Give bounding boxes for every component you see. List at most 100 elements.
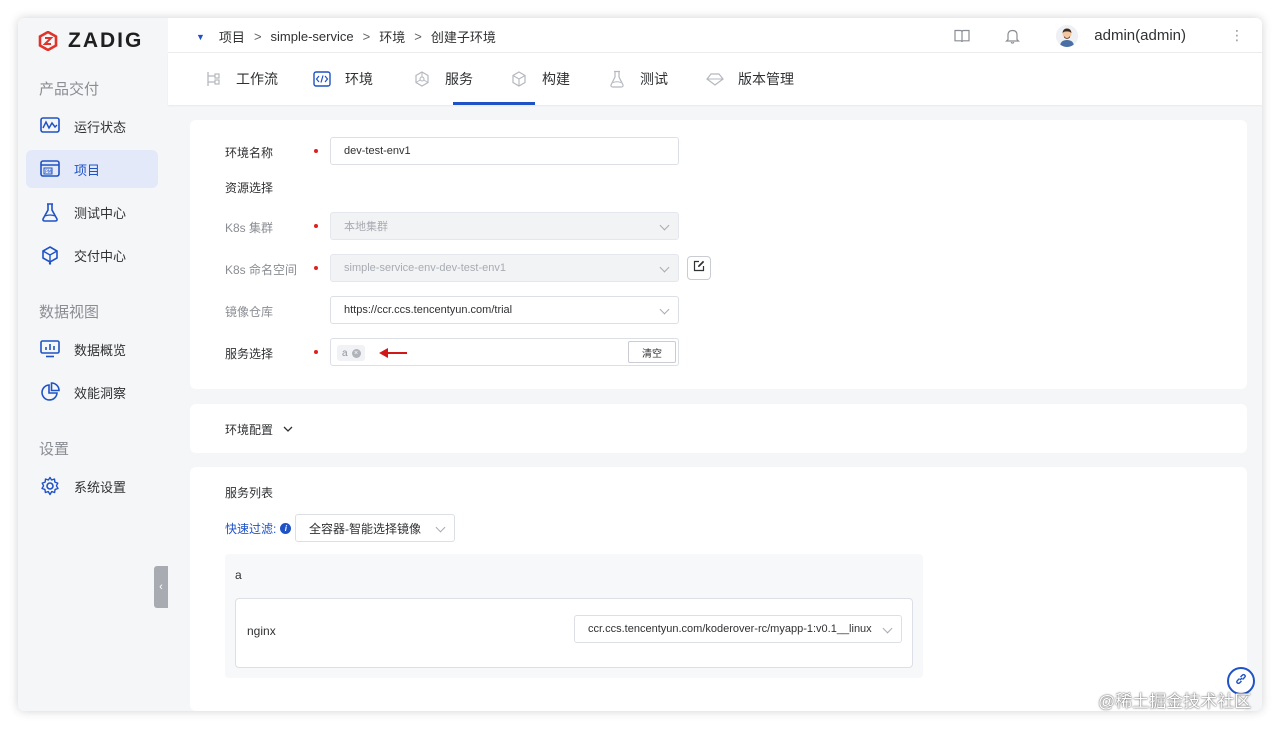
sidebar: ZADIG 产品交付 运行状态 PM 项目 测试中心 交付中心 数据视图 数据概…: [18, 18, 168, 711]
env-form-card: 环境名称 dev-test-env1 资源选择 K8s 集群 本地集群 K8s …: [190, 120, 1247, 389]
sidebar-item-label: 运行状态: [74, 119, 127, 135]
breadcrumb-separator: >: [414, 29, 422, 44]
logo-text: ZADIG: [68, 29, 144, 52]
registry-select[interactable]: https://ccr.ccs.tencentyun.com/trial: [330, 296, 679, 324]
service-group-name: a: [235, 568, 242, 582]
top-bar: ▼ 项目 > simple-service > 环境 > 创建子环境 admin…: [168, 18, 1262, 53]
avatar[interactable]: [1056, 24, 1079, 47]
sidebar-collapse-button[interactable]: ‹: [154, 566, 168, 608]
service-multiselect[interactable]: a × 清空: [330, 338, 679, 366]
tab-label: 测试: [640, 71, 668, 87]
namespace-select: simple-service-env-dev-test-env1: [330, 254, 679, 282]
logo[interactable]: ZADIG: [38, 29, 144, 52]
sidebar-item-label: 交付中心: [74, 248, 127, 264]
sidebar-item-label: 效能洞察: [74, 385, 127, 401]
sidebar-item-system-settings[interactable]: 系统设置: [26, 467, 158, 505]
service-tag[interactable]: a ×: [337, 345, 365, 361]
project-tabs: 工作流 环境 服务 构建 测试 版本管理: [168, 53, 1262, 105]
info-icon[interactable]: i: [280, 523, 292, 534]
tab-environment[interactable]: 环境: [313, 53, 373, 105]
breadcrumb: ▼ 项目 > simple-service > 环境 > 创建子环境: [196, 27, 496, 46]
app-window: ZADIG 产品交付 运行状态 PM 项目 测试中心 交付中心 数据视图 数据概…: [18, 18, 1262, 711]
cluster-value: 本地集群: [344, 221, 388, 233]
quick-filter-text: 快速过滤:: [225, 522, 277, 536]
breadcrumb-separator: >: [253, 29, 262, 44]
registry-value: https://ccr.ccs.tencentyun.com/trial: [344, 304, 513, 316]
chevron-down-icon: [659, 262, 670, 273]
tab-workflow[interactable]: 工作流: [204, 53, 278, 105]
edit-icon: [693, 259, 705, 277]
sidebar-item-efficiency-insight[interactable]: 效能洞察: [26, 373, 158, 411]
tab-label: 版本管理: [738, 71, 794, 87]
sidebar-section-title: 数据视图: [39, 304, 100, 321]
chevron-down-icon: [882, 623, 893, 634]
watermark: @稀土掘金技术社区: [1098, 692, 1252, 711]
diamond-icon: [706, 70, 724, 88]
sidebar-item-projects[interactable]: PM 项目: [26, 150, 158, 188]
service-list-card: 服务列表 快速过滤: i 全容器-智能选择镜像 a nginx ccr.ccs.…: [190, 467, 1247, 711]
registry-label: 镜像仓库: [225, 305, 274, 319]
sidebar-item-label: 测试中心: [74, 205, 127, 221]
breadcrumb-item-environment[interactable]: 环境: [379, 27, 405, 46]
sidebar-item-runtime-status[interactable]: 运行状态: [26, 107, 158, 145]
namespace-label: K8s 命名空间: [225, 263, 298, 277]
cluster-select: 本地集群: [330, 212, 679, 240]
service-tag-label: a: [342, 347, 348, 359]
tab-version-management[interactable]: 版本管理: [706, 53, 794, 105]
chevron-down-icon: [283, 420, 293, 438]
user-name[interactable]: admin(admin): [1094, 27, 1186, 44]
sidebar-item-delivery-center[interactable]: 交付中心: [26, 236, 158, 274]
image-select[interactable]: ccr.ccs.tencentyun.com/koderover-rc/myap…: [574, 615, 902, 643]
caret-down-icon[interactable]: ▼: [196, 32, 205, 42]
required-dot: [314, 149, 318, 153]
env-name-input[interactable]: dev-test-env1: [330, 137, 679, 165]
more-vertical-icon[interactable]: ⋮: [1230, 27, 1244, 44]
zadig-logo-icon: [38, 30, 58, 52]
chevron-down-icon: [659, 304, 670, 315]
sidebar-item-label: 系统设置: [74, 479, 127, 495]
sidebar-item-label: 项目: [74, 162, 101, 178]
breadcrumb-item-project[interactable]: simple-service: [271, 29, 354, 44]
env-config-toggle[interactable]: 环境配置: [225, 420, 293, 438]
namespace-value: simple-service-env-dev-test-env1: [344, 262, 506, 274]
required-dot: [314, 224, 318, 228]
cluster-label: K8s 集群: [225, 221, 274, 235]
tab-label: 构建: [542, 71, 570, 87]
chevron-down-icon: [659, 220, 670, 231]
top-right-actions: admin(admin) ⋮: [952, 18, 1262, 53]
sidebar-item-test-center[interactable]: 测试中心: [26, 193, 158, 231]
breadcrumb-item-projects[interactable]: 项目: [219, 27, 245, 46]
resource-section-title: 资源选择: [225, 181, 274, 195]
env-name-label: 环境名称: [225, 146, 274, 160]
breadcrumb-separator: >: [362, 29, 371, 44]
tab-test[interactable]: 测试: [608, 53, 668, 105]
required-dot: [314, 266, 318, 270]
package-icon: [40, 245, 60, 265]
pm-board-icon: PM: [40, 159, 60, 179]
quick-filter-select[interactable]: 全容器-智能选择镜像: [295, 514, 455, 542]
svg-text:PM: PM: [45, 169, 52, 175]
workflow-icon: [204, 70, 222, 88]
tab-label: 服务: [445, 71, 473, 87]
required-dot: [314, 350, 318, 354]
sidebar-item-data-overview[interactable]: 数据概览: [26, 330, 158, 368]
quick-filter-value: 全容器-智能选择镜像: [309, 521, 421, 536]
bell-icon[interactable]: [1002, 26, 1022, 46]
tab-services[interactable]: 服务: [413, 53, 473, 105]
sidebar-section-title: 设置: [39, 441, 70, 458]
edit-namespace-button[interactable]: [687, 256, 711, 280]
tag-close-icon[interactable]: ×: [351, 348, 361, 358]
image-value: ccr.ccs.tencentyun.com/koderover-rc/myap…: [588, 623, 872, 635]
service-list-title: 服务列表: [225, 486, 274, 500]
flask-icon: [608, 70, 626, 88]
quick-filter-label: 快速过滤: i: [225, 520, 292, 537]
pie-chart-icon: [40, 382, 60, 402]
red-arrow-annotation-icon: [379, 348, 407, 358]
monitor-wave-icon: [40, 116, 60, 136]
chevron-down-icon: [435, 522, 446, 533]
service-group: a nginx ccr.ccs.tencentyun.com/koderover…: [225, 554, 923, 678]
docs-book-icon[interactable]: [952, 26, 972, 46]
tab-build[interactable]: 构建: [510, 53, 570, 105]
clear-button[interactable]: 清空: [628, 341, 676, 363]
env-config-card: 环境配置: [190, 404, 1247, 453]
